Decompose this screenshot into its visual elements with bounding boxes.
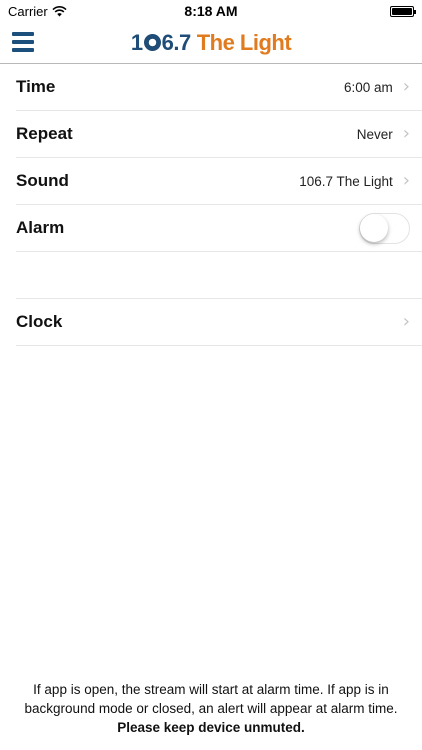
sound-label: Sound <box>16 171 69 190</box>
battery-icon <box>390 5 416 17</box>
toggle-knob <box>360 213 388 242</box>
chevron-right-icon: › <box>402 76 410 97</box>
time-row[interactable]: Time 6:00 am › <box>16 64 422 111</box>
repeat-right: Never › <box>357 125 410 143</box>
alarm-settings-list: Time 6:00 am › Repeat Never › Sound 106.… <box>0 64 422 346</box>
nav-bar: 1 6.7 The Light <box>0 22 422 64</box>
sound-value: 106.7 The Light <box>299 173 393 189</box>
logo-number: 1 6.7 <box>130 29 191 55</box>
status-left: Carrier <box>8 4 67 19</box>
clock-row[interactable]: Clock › <box>16 299 422 346</box>
menu-bar-bottom <box>12 48 34 52</box>
section-spacer <box>16 252 422 299</box>
alarm-label: Alarm <box>16 218 65 237</box>
alarm-row: Alarm <box>16 205 422 252</box>
chevron-right-icon: › <box>402 311 410 332</box>
time-value: 6:00 am <box>344 79 393 95</box>
menu-bar-top <box>12 32 34 36</box>
logo-name: The Light <box>196 29 292 55</box>
repeat-row[interactable]: Repeat Never › <box>16 111 422 158</box>
station-logo: 1 6.7 The Light <box>130 29 292 56</box>
footer-warning: Please keep device unmuted. <box>117 720 305 735</box>
logo-sun-icon <box>143 34 161 51</box>
menu-bar-middle <box>12 40 34 44</box>
footer-note: If app is open, the stream will start at… <box>0 680 422 737</box>
menu-icon[interactable] <box>12 31 34 53</box>
time-label: Time <box>16 77 56 96</box>
carrier-label: Carrier <box>8 3 48 19</box>
clock-right: › <box>403 313 410 331</box>
battery-fill <box>392 7 412 15</box>
sound-right: 106.7 The Light › <box>299 172 410 190</box>
clock-label: Clock <box>16 312 63 331</box>
status-bar: Carrier 8:18 AM <box>0 0 422 22</box>
time-right: 6:00 am › <box>344 78 410 96</box>
repeat-value: Never <box>356 126 393 142</box>
chevron-right-icon: › <box>402 170 410 191</box>
footer-note-text: If app is open, the stream will start at… <box>24 682 398 716</box>
sound-row[interactable]: Sound 106.7 The Light › <box>16 158 422 205</box>
chevron-right-icon: › <box>402 123 410 144</box>
alarm-toggle[interactable] <box>359 212 410 244</box>
repeat-label: Repeat <box>16 124 73 143</box>
wifi-icon <box>52 5 67 16</box>
